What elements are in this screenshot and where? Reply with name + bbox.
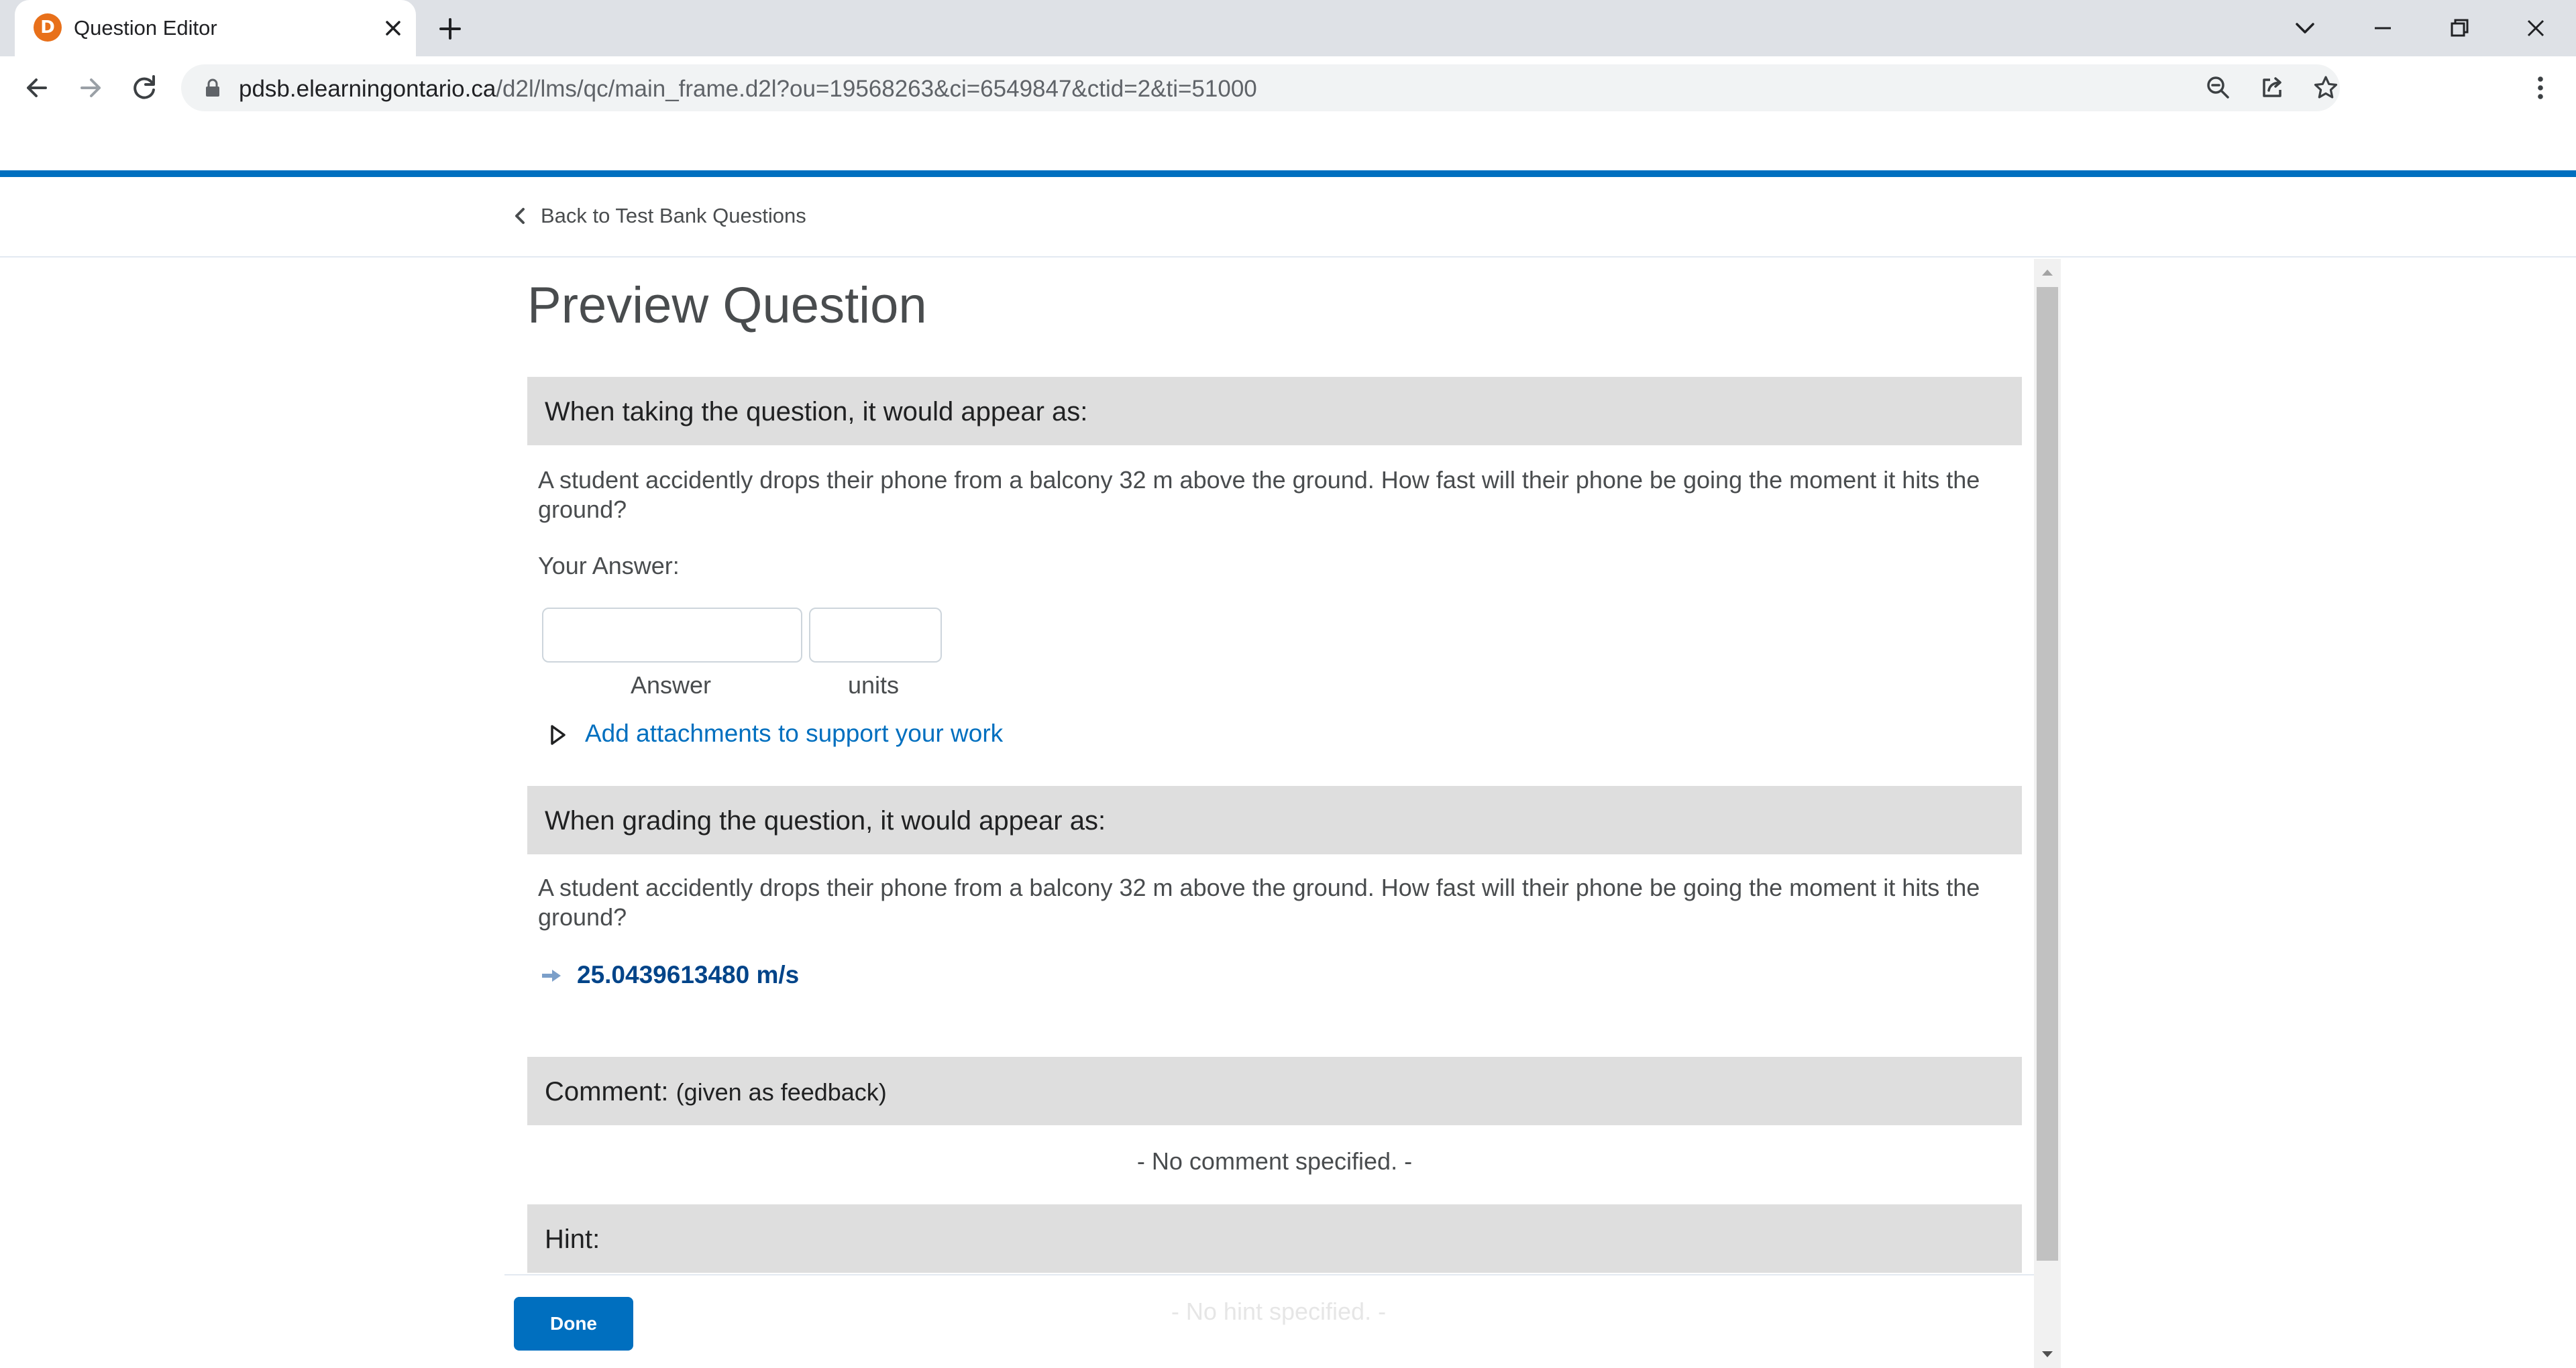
reload-icon[interactable] <box>125 68 164 107</box>
browser-menu-kebab-icon[interactable] <box>2521 68 2560 107</box>
comment-heading: Comment: <box>545 1077 669 1106</box>
correct-answer-value: 25.0439613480 m/s <box>577 961 800 988</box>
taking-section-title: When taking the question, it would appea… <box>545 397 1088 426</box>
page-title: Preview Question <box>527 277 927 334</box>
comment-heading-sub: (given as feedback) <box>676 1078 887 1106</box>
taking-section-header: When taking the question, it would appea… <box>527 377 2022 445</box>
comment-section-header: Comment: (given as feedback) <box>527 1057 2022 1125</box>
share-icon[interactable] <box>2257 72 2288 103</box>
page-header: Back to Test Bank Questions <box>0 177 2576 258</box>
lock-icon <box>206 78 219 97</box>
units-caption: units <box>848 671 900 699</box>
forward-arrow-icon[interactable] <box>71 68 110 107</box>
grading-section-title: When grading the question, it would appe… <box>545 806 1106 836</box>
tab-close-icon[interactable] <box>376 11 411 46</box>
taking-question-text: A student accidently drops their phone f… <box>538 466 1980 523</box>
zoom-out-icon[interactable] <box>2203 72 2234 103</box>
comment-section-title: Comment: (given as feedback) <box>545 1076 887 1108</box>
grading-question-text: A student accidently drops their phone f… <box>538 874 1980 931</box>
address-bar[interactable]: pdsb.elearningontario.ca/d2l/lms/qc/main… <box>181 64 2340 111</box>
scroll-up-arrow-icon[interactable] <box>2034 259 2061 286</box>
brand-accent-bar <box>0 170 2576 177</box>
scroll-thumb[interactable] <box>2037 287 2058 1261</box>
chevron-left-icon <box>515 208 525 224</box>
no-hint-text: - No hint specified. - <box>1171 1298 1387 1325</box>
preview-content: Preview Question When taking the questio… <box>511 259 2034 1274</box>
triangle-right-icon[interactable] <box>549 723 568 747</box>
answer-input[interactable] <box>542 608 802 663</box>
answer-caption: Answer <box>631 671 712 699</box>
window-close-icon[interactable] <box>2514 7 2557 50</box>
restore-icon[interactable] <box>2438 7 2481 50</box>
back-arrow-icon[interactable] <box>17 68 56 107</box>
browser-tab-question-editor[interactable]: Question Editor <box>15 0 416 56</box>
scroll-down-arrow-icon[interactable] <box>2034 1341 2061 1368</box>
new-tab-plus-icon[interactable] <box>432 11 468 47</box>
your-answer-label: Your Answer: <box>538 552 680 579</box>
content-scrollbar[interactable] <box>2034 259 2061 1368</box>
d2l-favicon-icon <box>34 13 62 42</box>
units-input[interactable] <box>809 608 942 663</box>
minimize-icon[interactable] <box>2361 7 2404 50</box>
back-link-label: Back to Test Bank Questions <box>541 204 806 227</box>
done-button[interactable]: Done <box>514 1297 633 1351</box>
tab-title: Question Editor <box>74 16 217 40</box>
correct-answer-arrow-icon <box>542 970 561 982</box>
hint-section-title: Hint: <box>545 1224 600 1254</box>
url-text: pdsb.elearningontario.ca/d2l/lms/qc/main… <box>239 76 1257 102</box>
hint-section-header: Hint: <box>527 1204 2022 1273</box>
tab-search-chevron-icon[interactable] <box>2284 7 2326 50</box>
sticky-footer: - No hint specified. - Done <box>504 1274 2034 1368</box>
add-attachments-link[interactable]: Add attachments to support your work <box>585 719 1003 748</box>
back-to-test-bank-link[interactable]: Back to Test Bank Questions <box>511 203 806 229</box>
browser-toolbar: pdsb.elearningontario.ca/d2l/lms/qc/main… <box>0 56 2576 119</box>
grading-section-header: When grading the question, it would appe… <box>527 786 2022 854</box>
browser-tab-strip: Question Editor <box>0 0 2576 56</box>
bookmark-star-icon[interactable] <box>2310 72 2341 103</box>
no-comment-text: - No comment specified. - <box>1136 1147 1413 1175</box>
